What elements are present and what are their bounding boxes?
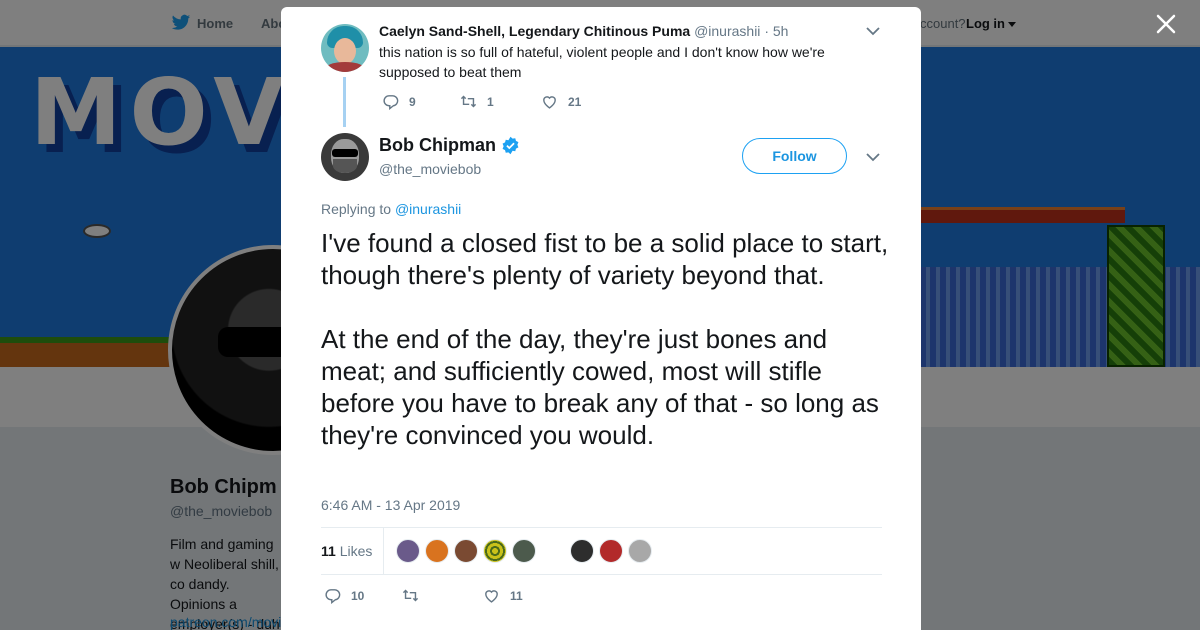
parent-tweet-avatar[interactable] xyxy=(321,24,369,72)
chevron-down-icon[interactable] xyxy=(866,151,880,163)
liker-avatar[interactable] xyxy=(628,539,652,563)
liker-avatar[interactable] xyxy=(570,539,594,563)
chevron-down-icon[interactable] xyxy=(866,25,880,37)
thread-connector-line xyxy=(343,77,346,127)
reply-icon xyxy=(325,589,341,604)
liker-avatar[interactable] xyxy=(425,539,449,563)
avatar-face xyxy=(334,38,356,64)
liker-avatar[interactable] xyxy=(483,539,507,563)
follow-button[interactable]: Follow xyxy=(742,138,847,174)
avatar-body xyxy=(325,62,365,72)
tweet-paragraph-2: At the end of the day, they're just bone… xyxy=(321,324,879,450)
main-tweet-handle[interactable]: @the_moviebob xyxy=(379,161,481,177)
main-tweet-text: I've found a closed fist to be a solid p… xyxy=(321,227,891,451)
main-tweet-author[interactable]: Bob Chipman xyxy=(379,135,520,156)
replying-to-line: Replying to @inurashii xyxy=(321,201,461,217)
stats-divider-top xyxy=(321,527,882,528)
avatar-glasses xyxy=(332,149,358,157)
liker-avatar[interactable] xyxy=(454,539,478,563)
stats-divider-bottom xyxy=(321,574,882,575)
parent-tweet-text: this nation is so full of hateful, viole… xyxy=(379,44,825,80)
likes-stat-number: 11 xyxy=(321,543,336,559)
verified-badge-icon xyxy=(502,136,519,155)
like-button[interactable]: 11 xyxy=(483,587,523,604)
tweet-permalink-modal: Caelyn Sand-Shell, Legendary Chitinous P… xyxy=(281,7,921,630)
close-icon[interactable] xyxy=(1154,12,1178,36)
liker-avatar[interactable] xyxy=(599,539,623,563)
parent-tweet-time[interactable]: · 5h xyxy=(764,23,788,39)
avatar-beard xyxy=(333,159,357,173)
parent-reply-button[interactable]: 9 xyxy=(382,93,416,110)
parent-like-button[interactable]: 21 xyxy=(541,93,581,110)
heart-icon xyxy=(485,590,498,603)
likes-stat-label: Likes xyxy=(339,543,373,559)
reply-icon xyxy=(383,95,399,110)
replying-to-label: Replying to xyxy=(321,201,392,217)
replying-to-handle[interactable]: @inurashii xyxy=(395,201,461,217)
parent-like-count: 21 xyxy=(568,94,582,109)
like-count: 11 xyxy=(510,588,523,603)
parent-tweet-header: Caelyn Sand-Shell, Legendary Chitinous P… xyxy=(379,23,788,39)
liker-avatar[interactable] xyxy=(512,539,536,563)
tweet-paragraph-1: I've found a closed fist to be a solid p… xyxy=(321,228,889,290)
retweet-icon xyxy=(402,589,419,602)
retweet-icon xyxy=(460,95,477,108)
parent-tweet-name[interactable]: Caelyn Sand-Shell, Legendary Chitinous P… xyxy=(379,23,690,39)
parent-reply-count: 9 xyxy=(409,94,416,109)
tweet-timestamp[interactable]: 6:46 AM - 13 Apr 2019 xyxy=(321,497,460,513)
reply-button[interactable]: 10 xyxy=(324,587,364,604)
main-tweet-name[interactable]: Bob Chipman xyxy=(379,135,496,156)
reply-count: 10 xyxy=(351,588,365,603)
parent-tweet-handle[interactable]: @inurashii xyxy=(694,23,760,39)
retweet-button[interactable] xyxy=(402,587,429,604)
parent-retweet-button[interactable]: 1 xyxy=(460,93,494,110)
main-tweet-avatar[interactable] xyxy=(321,133,369,181)
heart-icon xyxy=(543,96,556,109)
stats-vertical-divider xyxy=(383,527,384,574)
likes-stat[interactable]: 11 Likes xyxy=(321,543,372,559)
liker-avatar[interactable] xyxy=(396,539,420,563)
parent-retweet-count: 1 xyxy=(487,94,494,109)
